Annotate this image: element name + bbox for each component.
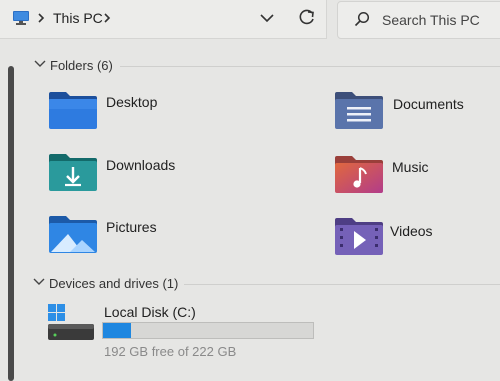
documents-folder-icon	[335, 92, 383, 129]
monitor-icon	[13, 11, 29, 25]
folder-desktop[interactable]: Desktop	[46, 88, 226, 136]
search-box[interactable]: Search This PC	[337, 1, 500, 39]
music-folder-icon	[335, 156, 383, 193]
folders-section-title[interactable]: Folders (6)	[50, 58, 113, 73]
folder-documents[interactable]: Documents	[334, 88, 500, 136]
pictures-folder-icon	[49, 216, 97, 253]
folder-music[interactable]: Music	[334, 152, 500, 200]
folder-label: Videos	[390, 223, 433, 239]
chevron-down-icon[interactable]	[260, 13, 274, 23]
folder-label: Downloads	[106, 157, 176, 173]
folder-label: Pictures	[106, 219, 157, 235]
folder-pictures[interactable]: Pictures	[46, 212, 226, 260]
folder-label: Music	[392, 159, 429, 175]
drive-free-space: 192 GB free of 222 GB	[104, 344, 237, 359]
drive-usage-bar	[102, 322, 314, 339]
drive-label: Local Disk (C:)	[104, 304, 196, 320]
section-divider	[120, 66, 500, 67]
folder-label: Desktop	[106, 94, 158, 110]
address-bar[interactable]: This PC	[0, 0, 327, 39]
videos-folder-icon	[335, 218, 383, 255]
desktop-folder-icon	[49, 92, 97, 129]
chevron-down-icon[interactable]	[34, 60, 46, 68]
windows-drive-icon	[48, 304, 94, 340]
drives-section-title[interactable]: Devices and drives (1)	[49, 276, 178, 291]
section-divider	[184, 284, 500, 285]
search-icon	[354, 11, 370, 27]
chevron-down-icon[interactable]	[33, 278, 45, 286]
refresh-icon[interactable]	[298, 9, 316, 27]
folder-downloads[interactable]: Downloads	[46, 150, 226, 198]
drive-usage-fill	[103, 323, 131, 338]
chevron-right-icon[interactable]	[103, 13, 111, 23]
search-input-placeholder[interactable]: Search This PC	[382, 12, 480, 28]
downloads-folder-icon	[49, 154, 97, 191]
breadcrumb-this-pc[interactable]: This PC	[53, 10, 103, 26]
folder-videos[interactable]: Videos	[334, 214, 500, 262]
folder-label: Documents	[393, 96, 464, 112]
chevron-right-icon[interactable]	[37, 13, 45, 23]
scrollbar-thumb[interactable]	[8, 66, 14, 381]
